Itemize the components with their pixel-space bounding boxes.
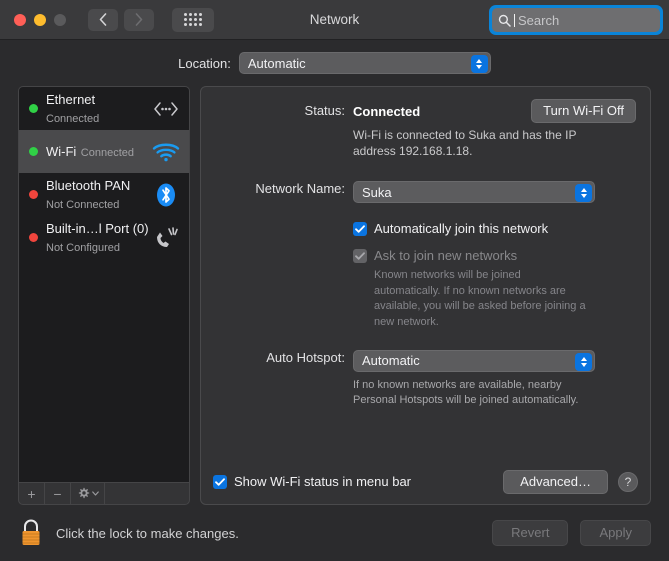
location-value: Automatic [247, 55, 306, 71]
auto-join-checkbox[interactable]: Automatically join this network [353, 221, 650, 236]
minimize-button[interactable] [34, 13, 46, 26]
toolbar-filler [105, 483, 189, 504]
navigation-buttons [88, 7, 214, 32]
chevron-right-icon [135, 13, 143, 26]
search-icon [498, 14, 511, 27]
modem-icon [151, 225, 181, 251]
network-name-value: Suka [362, 184, 392, 200]
chevron-down-icon [91, 491, 99, 496]
advanced-button[interactable]: Advanced… [503, 469, 608, 494]
checkmark-icon [215, 478, 225, 486]
interface-status: Connected [46, 112, 100, 125]
bluetooth-icon [151, 182, 181, 208]
checkmark-icon [355, 225, 365, 233]
add-service-button[interactable]: + [19, 483, 45, 504]
ask-join-note: Known networks will be joined automatica… [374, 269, 586, 328]
auto-hotspot-label: Auto Hotspot: [266, 349, 345, 365]
remove-service-button[interactable]: − [45, 483, 71, 504]
status-dot-red [29, 233, 38, 242]
text-caret [514, 13, 515, 27]
traffic-lights [14, 13, 66, 26]
interface-status: Connected [80, 146, 134, 159]
wifi-icon [151, 142, 181, 162]
interface-name: Bluetooth PAN [46, 177, 131, 193]
forward-button[interactable] [124, 8, 154, 31]
auto-join-label: Automatically join this network [374, 221, 549, 237]
lock-closed-icon[interactable] [18, 518, 44, 548]
status-value: Connected [353, 104, 421, 119]
auto-hotspot-note: If no known networks are available, near… [353, 378, 579, 407]
auto-hotspot-value: Automatic [362, 353, 420, 369]
checkbox-checked-disabled-icon [353, 248, 367, 263]
content-area: Ethernet Connected Wi-Fi Connected Bluet… [0, 86, 669, 505]
stepper-icon [470, 55, 488, 73]
close-button[interactable] [14, 13, 26, 26]
bottom-bar: Click the lock to make changes. Revert A… [0, 505, 669, 561]
interface-status: Not Configured [46, 241, 120, 254]
show-all-preferences-button[interactable] [172, 7, 214, 32]
auto-hotspot-dropdown[interactable]: Automatic [353, 349, 595, 372]
panel-footer: Show Wi-Fi status in menu bar Advanced… … [213, 469, 638, 494]
sidebar-item-ethernet[interactable]: Ethernet Connected [19, 87, 189, 130]
chevron-left-icon [99, 13, 107, 26]
action-menu-button[interactable] [71, 483, 105, 504]
interface-name: Built-in…l Port (0) [46, 220, 149, 236]
network-name-label: Network Name: [255, 181, 345, 197]
status-dot-green [29, 104, 38, 113]
grid-icon [184, 13, 202, 26]
back-button[interactable] [88, 8, 118, 31]
location-row: Location: Automatic [0, 40, 669, 86]
search-field[interactable]: Search [489, 5, 663, 35]
location-label: Location: [178, 55, 231, 71]
apply-button[interactable]: Apply [580, 519, 651, 547]
auto-hotspot-row: Auto Hotspot: Automatic If no known netw… [201, 349, 650, 409]
interface-name: Wi-Fi [46, 143, 77, 159]
stepper-icon [575, 352, 592, 371]
wifi-settings-panel: Status: Connected Wi-Fi is connected to … [200, 86, 651, 505]
gear-icon [78, 487, 89, 499]
sidebar: Ethernet Connected Wi-Fi Connected Bluet… [18, 86, 190, 505]
status-description: Wi-Fi is connected to Suka and has the I… [353, 128, 577, 159]
location-dropdown[interactable]: Automatic [238, 52, 491, 74]
status-dot-red [29, 190, 38, 199]
search-placeholder: Search [518, 12, 560, 28]
lock-instruction-text: Click the lock to make changes. [56, 525, 239, 541]
sidebar-item-builtin-port[interactable]: Built-in…l Port (0) Not Configured [19, 216, 189, 259]
sidebar-item-wifi[interactable]: Wi-Fi Connected [19, 130, 189, 173]
titlebar: Network Search [0, 0, 669, 40]
status-label: Status: [304, 103, 345, 118]
checkmark-icon [355, 252, 365, 260]
interface-list: Ethernet Connected Wi-Fi Connected Bluet… [18, 86, 190, 482]
revert-button[interactable]: Revert [492, 519, 569, 547]
show-menu-bar-checkbox[interactable]: Show Wi-Fi status in menu bar [213, 474, 411, 489]
network-preferences-window: Network Search Location: Automatic Ether… [0, 0, 669, 561]
show-menu-bar-label: Show Wi-Fi status in menu bar [234, 474, 412, 490]
status-dot-green [29, 147, 38, 156]
ask-join-row: Ask to join new networks Known networks … [201, 248, 650, 330]
zoom-button[interactable] [54, 13, 66, 26]
checkbox-checked-icon [353, 221, 367, 236]
sidebar-item-bluetooth-pan[interactable]: Bluetooth PAN Not Connected [19, 173, 189, 216]
ask-join-label: Ask to join new networks [374, 248, 518, 264]
network-name-row: Network Name: Suka [201, 181, 650, 204]
ask-join-checkbox[interactable]: Ask to join new networks [353, 248, 650, 263]
interface-status: Not Connected [46, 198, 120, 211]
turn-wifi-off-button[interactable]: Turn Wi-Fi Off [531, 99, 636, 124]
auto-join-row: Automatically join this network [201, 221, 650, 236]
network-name-dropdown[interactable]: Suka [353, 181, 595, 204]
help-button[interactable]: ? [618, 471, 638, 492]
stepper-icon [575, 184, 592, 203]
sidebar-toolbar: + − [18, 482, 190, 505]
checkbox-checked-icon [213, 474, 227, 489]
interface-name: Ethernet [46, 91, 96, 107]
ethernet-icon [151, 101, 181, 117]
